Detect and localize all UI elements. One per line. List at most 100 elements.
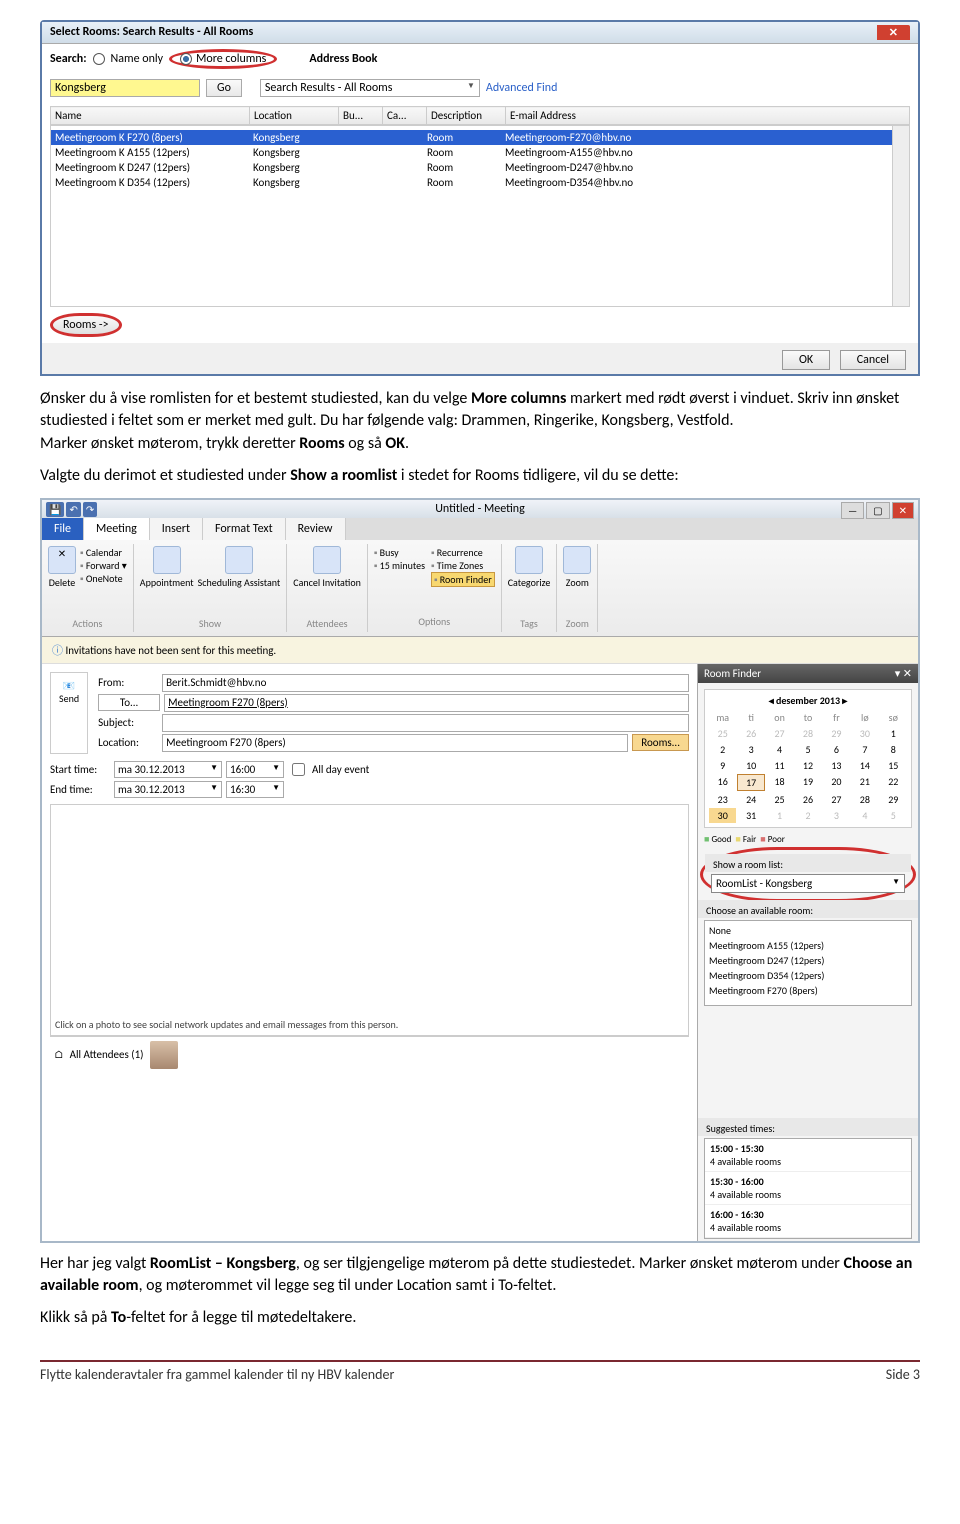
roomlist-dropdown[interactable]: RoomList - Kongsberg bbox=[711, 874, 905, 893]
ribbon-group-zoom: Zoom Zoom bbox=[557, 544, 598, 632]
tab-format[interactable]: Format Text bbox=[203, 518, 286, 540]
busy-dropdown[interactable]: Busy bbox=[374, 546, 425, 559]
paragraph: Her har jeg valgt RoomList – Kongsberg, … bbox=[40, 1253, 920, 1298]
ribbon-group-tags: Categorize Tags bbox=[502, 544, 558, 632]
window-title: Untitled - Meeting bbox=[435, 502, 525, 516]
reminder-dropdown[interactable]: 15 minutes bbox=[374, 559, 425, 572]
legend: GoodFairPoor bbox=[704, 834, 912, 845]
radio-more-columns[interactable] bbox=[180, 53, 192, 65]
forward-button[interactable]: Forward ▾ bbox=[80, 559, 127, 572]
room-finder-panel: Room Finder ▾ ✕ ◂ desember 2013 ▸ mationt… bbox=[697, 664, 918, 1241]
end-date[interactable]: ma 30.12.2013 bbox=[114, 781, 222, 798]
available-rooms-list[interactable]: None Meetingroom A155 (12pers) Meetingro… bbox=[704, 920, 912, 1006]
ribbon-tabs: File Meeting Insert Format Text Review bbox=[42, 518, 918, 540]
table-row[interactable]: Meetingroom K A155 (12pers)KongsbergRoom… bbox=[51, 145, 909, 160]
calendar[interactable]: ◂ desember 2013 ▸ mationtofrløsø 2526272… bbox=[704, 689, 912, 828]
ribbon-group-attendees: Cancel Invitation Attendees bbox=[287, 544, 368, 632]
end-label: End time: bbox=[50, 783, 110, 796]
radio-name-only[interactable] bbox=[93, 53, 105, 65]
advanced-find-link[interactable]: Advanced Find bbox=[486, 81, 557, 95]
results-header: Name Location Bu... Ca... Description E-… bbox=[50, 106, 910, 125]
notification-bar: Invitations have not been sent for this … bbox=[42, 637, 918, 664]
room-finder-title: Room Finder bbox=[704, 667, 761, 680]
tab-review[interactable]: Review bbox=[286, 518, 346, 540]
list-item[interactable]: 15:00 - 15:304 available rooms bbox=[705, 1139, 911, 1172]
cancel-invitation-icon[interactable] bbox=[313, 546, 341, 574]
onenote-button[interactable]: OneNote bbox=[80, 572, 127, 585]
subject-field[interactable] bbox=[162, 714, 689, 732]
search-label: Search: bbox=[50, 52, 87, 66]
quick-access-toolbar[interactable]: 💾↶↷ bbox=[46, 502, 97, 517]
rooms-button[interactable]: Rooms... bbox=[632, 734, 689, 751]
scrollbar[interactable] bbox=[892, 126, 909, 306]
list-item[interactable]: Meetingroom D354 (12pers) bbox=[707, 968, 909, 983]
suggested-times-list[interactable]: 15:00 - 15:304 available rooms 15:30 - 1… bbox=[704, 1138, 912, 1239]
tab-meeting[interactable]: Meeting bbox=[84, 518, 150, 540]
start-time[interactable]: 16:00 bbox=[226, 761, 284, 778]
close-button[interactable]: ✕ bbox=[892, 502, 914, 519]
tab-insert[interactable]: Insert bbox=[150, 518, 203, 540]
list-item[interactable]: 16:00 - 16:304 available rooms bbox=[705, 1205, 911, 1238]
to-field[interactable]: Meetingroom F270 (8pers) bbox=[164, 694, 689, 712]
to-button[interactable]: To... bbox=[98, 694, 160, 711]
list-item[interactable]: Meetingroom A155 (12pers) bbox=[707, 938, 909, 953]
avatar bbox=[150, 1041, 178, 1069]
location-field[interactable]: Meetingroom F270 (8pers) bbox=[162, 734, 628, 752]
end-time[interactable]: 16:30 bbox=[226, 781, 284, 798]
panel-close-icon[interactable]: ▾ ✕ bbox=[895, 667, 912, 680]
choose-room-label: Choose an available room: bbox=[698, 900, 918, 918]
ok-button[interactable]: OK bbox=[782, 350, 830, 370]
send-button[interactable]: 📧Send bbox=[50, 672, 88, 754]
categorize-icon[interactable] bbox=[515, 546, 543, 574]
address-book-dropdown[interactable]: Search Results - All Rooms bbox=[260, 79, 480, 97]
timezones-button[interactable]: Time Zones bbox=[431, 559, 495, 572]
from-field[interactable]: Berit.Schmidt@hbv.no bbox=[162, 674, 689, 692]
max-button[interactable]: ▢ bbox=[866, 502, 889, 519]
dialog-titlebar: Select Rooms: Search Results - All Rooms… bbox=[42, 22, 918, 44]
location-label: Location: bbox=[98, 736, 158, 749]
start-date[interactable]: ma 30.12.2013 bbox=[114, 761, 222, 778]
table-row[interactable]: Meetingroom K F270 (8pers)KongsbergRoomM… bbox=[51, 130, 909, 145]
zoom-icon[interactable] bbox=[563, 546, 591, 574]
start-label: Start time: bbox=[50, 763, 110, 776]
close-icon[interactable]: ✕ bbox=[877, 25, 910, 40]
table-row[interactable]: Meetingroom K D247 (12pers)KongsbergRoom… bbox=[51, 160, 909, 175]
social-hint: Click on a photo to see social network u… bbox=[55, 1018, 398, 1031]
col-desc[interactable]: Description bbox=[427, 107, 506, 125]
outlook-meeting-window: 💾↶↷ Untitled - Meeting —▢✕ File Meeting … bbox=[40, 498, 920, 1243]
people-pane[interactable]: ⌂All Attendees (1) bbox=[50, 1036, 689, 1073]
select-rooms-dialog: Select Rooms: Search Results - All Rooms… bbox=[40, 20, 920, 376]
recurrence-button[interactable]: Recurrence bbox=[431, 546, 495, 559]
scheduling-icon[interactable] bbox=[225, 546, 253, 574]
rooms-button[interactable]: Rooms -> bbox=[50, 313, 122, 337]
list-item[interactable]: 15:30 - 16:004 available rooms bbox=[705, 1172, 911, 1205]
footer-left: Flytte kalenderavtaler fra gammel kalend… bbox=[40, 1366, 394, 1383]
ribbon-group-actions: ✕Delete CalendarForward ▾OneNote Actions bbox=[42, 544, 134, 632]
window-titlebar: 💾↶↷ Untitled - Meeting —▢✕ bbox=[42, 500, 918, 518]
col-email[interactable]: E-mail Address bbox=[506, 107, 910, 125]
results-list[interactable]: Meetingroom K F270 (8pers)KongsbergRoomM… bbox=[50, 125, 910, 307]
tab-file[interactable]: File bbox=[42, 518, 84, 540]
list-item[interactable]: None bbox=[707, 923, 909, 938]
search-input[interactable]: Kongsberg bbox=[50, 79, 200, 97]
room-finder-button[interactable]: Room Finder bbox=[431, 572, 495, 587]
appointment-icon[interactable] bbox=[153, 546, 181, 574]
col-name[interactable]: Name bbox=[51, 107, 250, 125]
footer-right: Side 3 bbox=[886, 1366, 920, 1383]
col-bu[interactable]: Bu... bbox=[339, 107, 383, 125]
cancel-button[interactable]: Cancel bbox=[840, 350, 906, 370]
col-ca[interactable]: Ca... bbox=[383, 107, 427, 125]
calendar-button[interactable]: Calendar bbox=[80, 546, 127, 559]
body-textarea[interactable]: Click on a photo to see social network u… bbox=[50, 804, 689, 1036]
list-item[interactable]: Meetingroom F270 (8pers) bbox=[707, 983, 909, 998]
all-day-checkbox[interactable] bbox=[292, 763, 305, 776]
go-button[interactable]: Go bbox=[206, 79, 242, 97]
list-item[interactable]: Meetingroom D247 (12pers) bbox=[707, 953, 909, 968]
delete-icon[interactable]: ✕ bbox=[48, 546, 76, 574]
table-row[interactable]: Meetingroom K D354 (12pers)KongsbergRoom… bbox=[51, 175, 909, 190]
radio-name-only-label: Name only bbox=[111, 52, 164, 66]
dialog-title: Select Rooms: Search Results - All Rooms bbox=[50, 25, 253, 40]
col-location[interactable]: Location bbox=[250, 107, 339, 125]
min-button[interactable]: — bbox=[841, 502, 864, 519]
ribbon-group-show: Appointment Scheduling Assistant Show bbox=[134, 544, 287, 632]
